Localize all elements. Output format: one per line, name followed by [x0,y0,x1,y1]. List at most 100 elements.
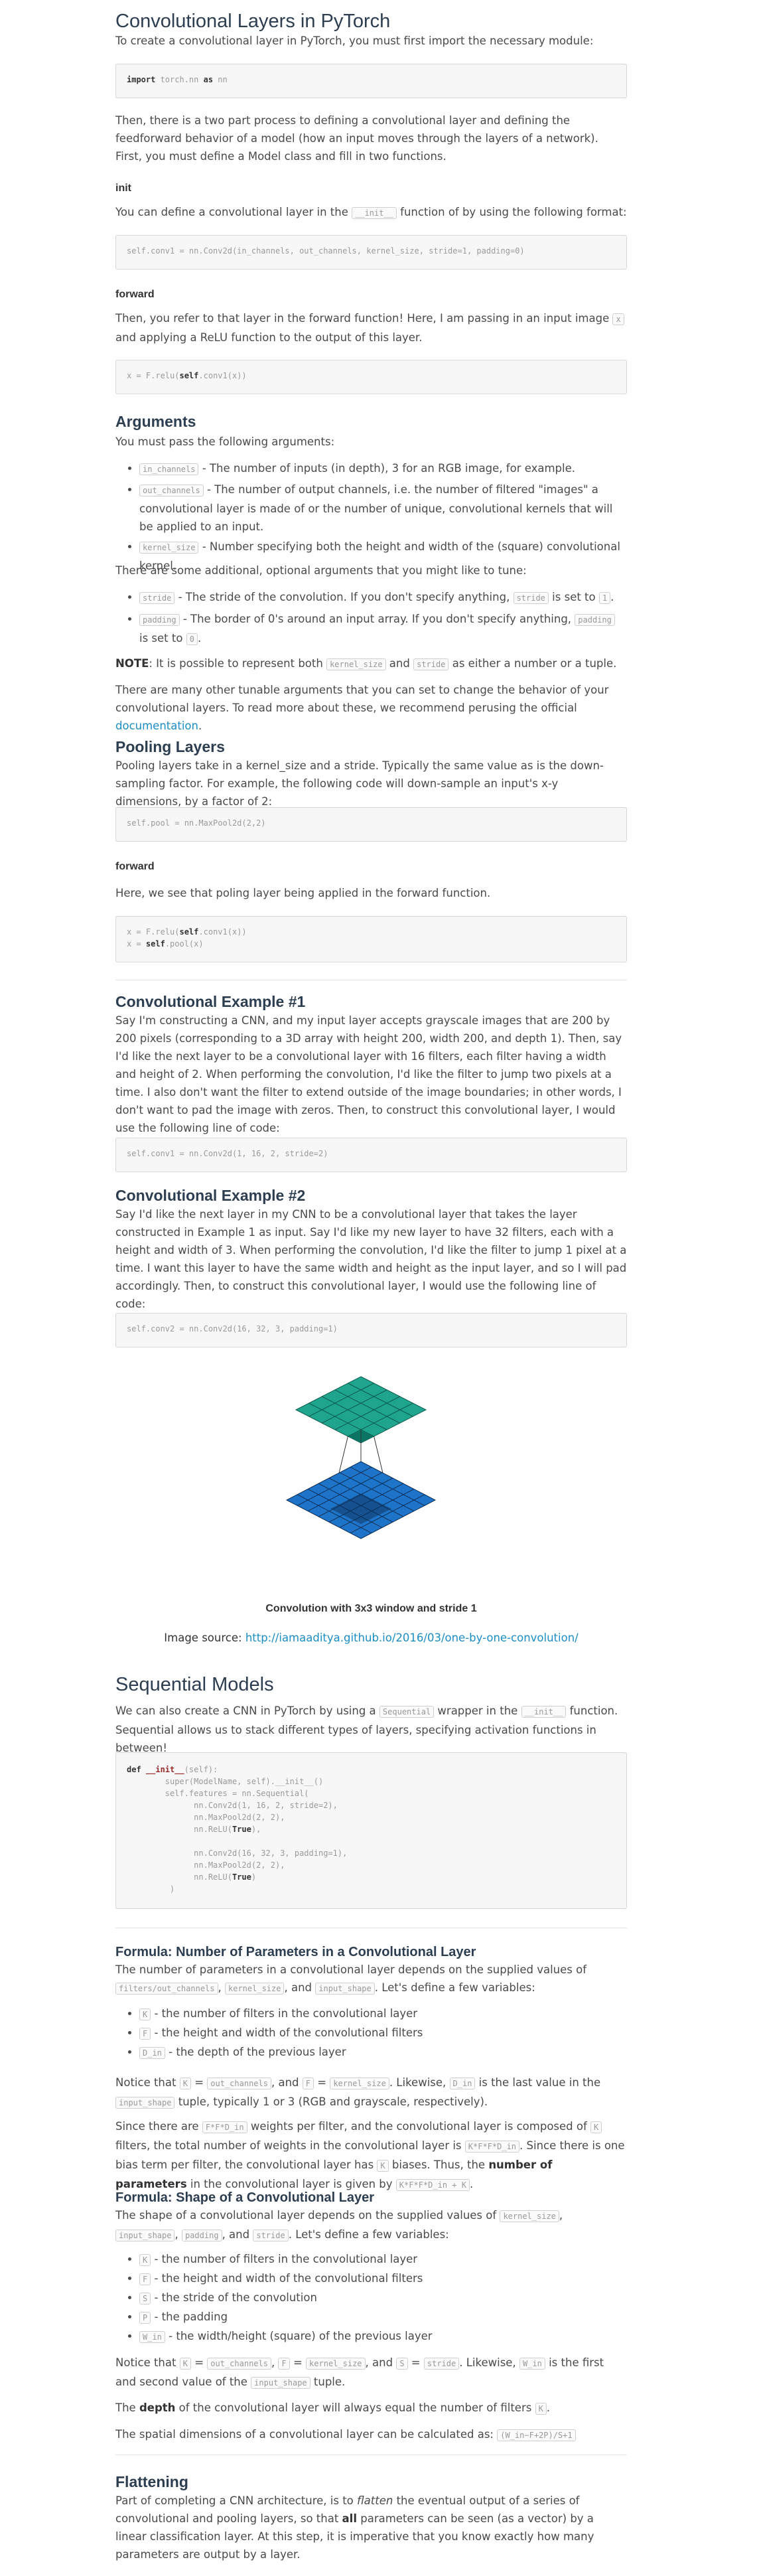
inline-code: K [179,2078,191,2089]
code-text: .conv1(x)) [198,927,247,937]
text: Notice that [115,2076,180,2089]
example-2-text: Say I'd like the next layer in my CNN to… [115,1208,627,1310]
code-import: import torch.nn as nn [115,64,627,98]
shape-depth: The depth of the convolutional layer wil… [115,2399,627,2418]
text: The [115,2401,139,2414]
code-pool-forward: x = F.relu(self.conv1(x)) x = self.pool(… [115,916,627,962]
inline-code: S [396,2358,408,2370]
inline-code: stride [139,592,175,604]
inline-code: F [139,2273,151,2285]
list-item: P - the padding [139,2308,627,2327]
shape-notice: Notice that K = out_channels, F = kernel… [115,2354,627,2392]
optional-intro: There are some additional, optional argu… [115,564,527,577]
text: , and [284,1981,316,1994]
code-fn: __init__ [145,1765,184,1774]
example-1-text: Say I'm constructing a CNN, and my input… [115,1014,622,1134]
text: , [271,2356,279,2369]
params-notice: Notice that K = out_channels, and F = ke… [115,2074,627,2112]
code-text: nn.Conv2d(1, 16, 2, stride=2), [127,1801,338,1810]
inline-code: K*F*F*D_in + K [395,2179,470,2191]
list-item: padding - The border of 0's around an in… [139,610,627,648]
text: tuple. [310,2376,346,2388]
inline-code: stride [413,658,449,670]
inline-code: K [139,2254,151,2266]
text: The number of parameters in a convolutio… [115,1963,587,1976]
title-formula-params: Formula: Number of Parameters in a Convo… [115,1945,476,1959]
text: - the number of filters in the convoluti… [151,2253,418,2265]
init-text: You can define a convolutional layer in … [115,203,627,222]
inline-code: in_channels [139,463,199,475]
text: filters, the total number of weights in … [115,2139,465,2152]
inline-code: stride [253,2230,289,2241]
inline-code: stride [513,592,549,604]
text: . Let's define a few variables: [374,1981,535,1994]
text: The shape of a convolutional layer depen… [115,2209,500,2222]
text: : It is possible to represent both [149,657,327,670]
text: Notice that [115,2356,180,2369]
inline-code: kernel_size [330,2078,389,2089]
list-item: K - the number of filters in the convolu… [139,2250,627,2269]
inline-code: W_in [139,2331,165,2343]
code-kw: self [179,371,199,380]
inline-code: D_in [139,2047,165,2059]
arguments-list: in_channels - The number of inputs (in d… [115,459,627,575]
text: . [197,632,202,644]
text: . [469,2178,474,2190]
emphasis-text: flatten [357,2494,393,2507]
list-item: in_channels - The number of inputs (in d… [139,459,627,479]
documentation-link[interactable]: documentation [115,720,198,732]
text: - the width/height (square) of the previ… [165,2330,433,2342]
bold-text: all [342,2512,357,2525]
text: , [218,1981,225,1994]
forward-heading: forward [115,289,155,300]
title-formula-shape: Formula: Shape of a Convolutional Layer [115,2190,375,2205]
text: and [385,657,414,670]
shape-variables: K - the number of filters in the convolu… [115,2250,627,2346]
code-text: .conv1(x)) [198,371,247,380]
text: . [610,591,614,603]
inline-code: input_shape [115,2097,175,2109]
title-flattening: Flattening [115,2473,188,2490]
shape-intro: The shape of a convolutional layer depen… [115,2206,627,2245]
code-text: self.features = nn.Sequential( [127,1789,309,1798]
text: - the number of filters in the convoluti… [151,2007,418,2020]
text: - the stride of the convolution [151,2291,317,2304]
code-text: nn.ReLU( [127,1872,232,1882]
convolution-diagram [285,1376,437,1539]
title-convolutional-layers: Convolutional Layers in PyTorch [115,11,391,32]
text: There are many other tunable arguments t… [115,684,609,714]
params-intro: The number of parameters in a convolutio… [115,1961,627,1998]
text: , and [271,2076,303,2089]
pool-forward-text: Here, we see that poling layer being app… [115,887,491,899]
code-forward-relu: x = F.relu(self.conv1(x)) [115,360,627,394]
title-example-2: Convolutional Example #2 [115,1187,306,1204]
code-text: nn.ReLU( [127,1825,232,1834]
text: = [190,2356,208,2369]
code-text: torch.nn [155,75,204,84]
code-text: super(ModelName, self).__init__() [127,1777,324,1786]
list-item: F - the height and width of the convolut… [139,2269,627,2289]
flattening-text: Part of completing a CNN architecture, i… [115,2492,627,2563]
text: Part of completing a CNN architecture, i… [115,2494,358,2507]
image-source-link[interactable]: http://iamaaditya.github.io/2016/03/one-… [245,1631,579,1644]
list-item: stride - The stride of the convolution. … [139,588,627,607]
text: and applying a ReLU function to the outp… [115,331,423,344]
code-sequential: def __init__(self): super(ModelName, sel… [115,1752,627,1909]
text: The spatial dimensions of a convolutiona… [115,2428,498,2441]
inline-code: __init__ [352,207,397,219]
text: is the last value in the [475,2076,601,2089]
text: , [174,2228,182,2241]
text: - The stride of the convolution. If you … [174,591,514,603]
params-since: Since there are F*F*D_in weights per fil… [115,2117,627,2194]
code-maxpool: self.pool = nn.MaxPool2d(2,2) [115,807,627,842]
text: biases. Thus, the [388,2159,489,2171]
text: is set to [548,591,599,603]
text: = [314,2076,330,2089]
code-text: ) [251,1872,257,1882]
text: Image source: [164,1631,245,1644]
code-text: nn.Conv2d(16, 32, 3, padding=1), [127,1849,348,1858]
inline-code: out_channels [139,485,204,496]
image-source: Image source: http://iamaaditya.github.i… [115,1629,627,1647]
inline-code: P [139,2312,151,2324]
inline-code: input_shape [115,2230,175,2241]
